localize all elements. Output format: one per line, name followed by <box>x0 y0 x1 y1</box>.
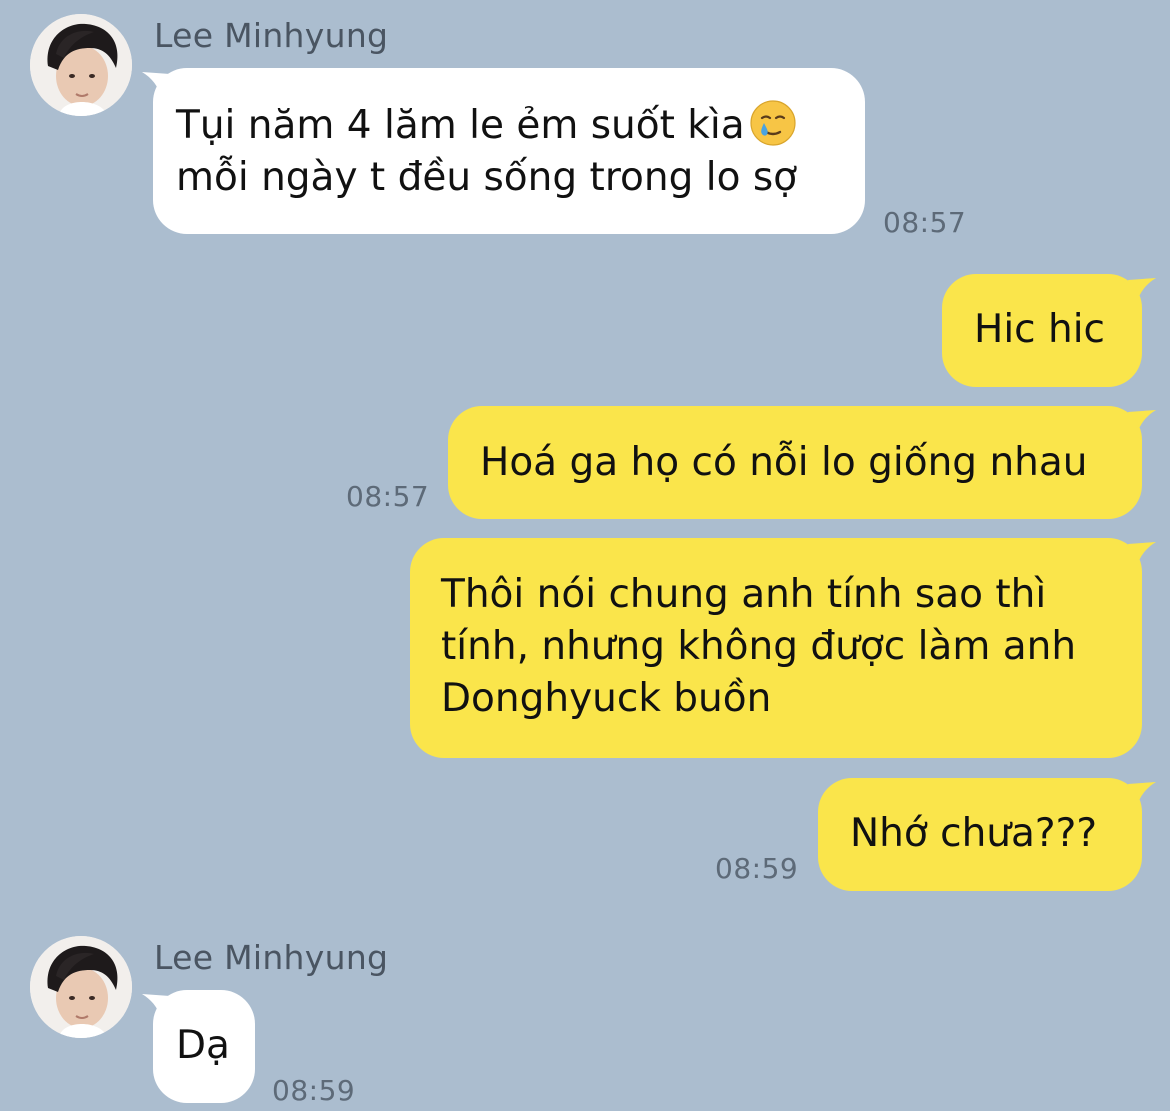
message-bubble-incoming[interactable]: Tụi năm 4 lăm le ẻm suốt kìa mỗi ngày t … <box>153 68 865 234</box>
message-time: 08:59 <box>715 852 799 885</box>
message-bubble-outgoing[interactable]: Thôi nói chung anh tính sao thì tính, nh… <box>410 538 1142 758</box>
message-time: 08:57 <box>883 206 967 239</box>
message-bubble-outgoing[interactable]: Hic hic <box>942 274 1142 387</box>
message-text-line: Donghyuck buồn <box>441 676 772 721</box>
message-text-line: tính, nhưng không được làm anh <box>441 624 1077 669</box>
message-text-line: mỗi ngày t đều sống trong lo sợ <box>176 155 798 200</box>
chat-area[interactable]: Lee Minhyung Tụi năm 4 lăm le ẻm suốt kì… <box>0 0 1170 1111</box>
message-bubble-incoming[interactable]: Dạ <box>153 990 255 1103</box>
contact-avatar[interactable] <box>30 14 132 116</box>
avatar-image <box>30 14 132 116</box>
crying-face-emoji-icon <box>749 99 797 147</box>
message-text-line: Tụi năm 4 lăm le ẻm suốt kìa <box>176 99 865 152</box>
avatar-image <box>30 936 132 1038</box>
contact-avatar[interactable] <box>30 936 132 1038</box>
message-time: 08:59 <box>272 1074 356 1107</box>
message-text-line: Thôi nói chung anh tính sao thì <box>441 572 1047 617</box>
message-time: 08:57 <box>346 480 430 513</box>
message-bubble-outgoing[interactable]: Hoá ga họ có nỗi lo giống nhau <box>448 406 1142 519</box>
sender-name: Lee Minhyung <box>154 938 389 977</box>
sender-name: Lee Minhyung <box>154 16 389 55</box>
message-bubble-outgoing[interactable]: Nhớ chưa??? <box>818 778 1142 891</box>
